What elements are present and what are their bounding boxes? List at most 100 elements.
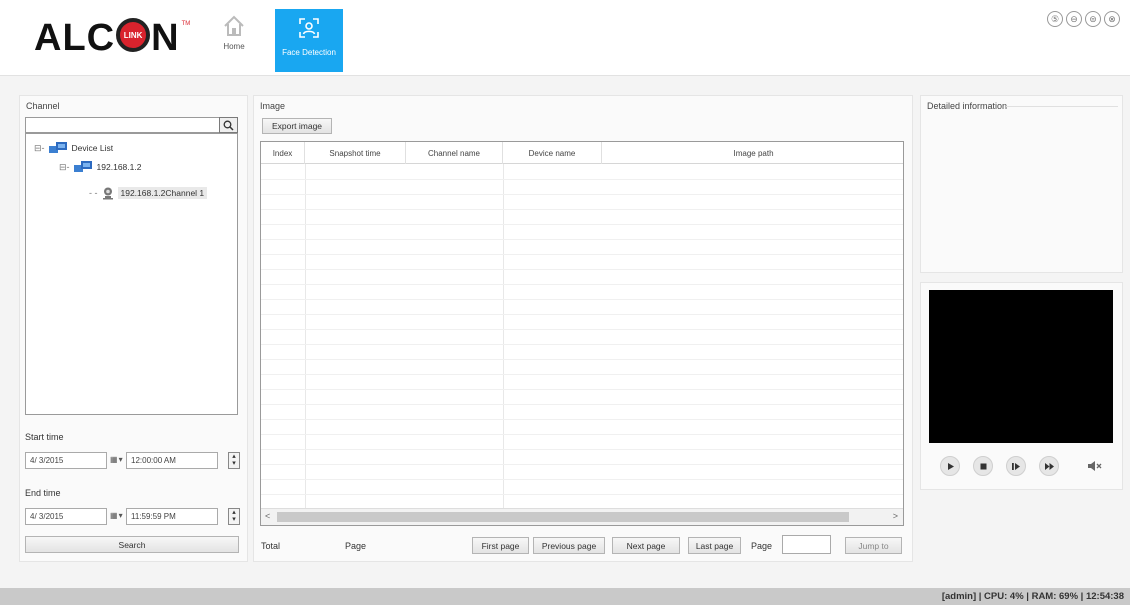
logo-tm: TM bbox=[181, 21, 191, 27]
status-text: [admin] | CPU: 4% | RAM: 69% | 12:54:38 bbox=[941, 591, 1124, 602]
horizontal-scrollbar[interactable]: < > bbox=[261, 508, 903, 525]
detail-panel bbox=[920, 95, 1123, 273]
tree-item-device[interactable]: ⊟- 192.168.1.2 bbox=[59, 160, 141, 174]
badge-icon[interactable]: ⑤ bbox=[1047, 11, 1063, 27]
tree-item-device-list[interactable]: ⊟- Device List bbox=[34, 141, 113, 155]
nav-face-detection[interactable]: Face Detection bbox=[275, 9, 343, 72]
jump-to-button[interactable]: Jump to bbox=[845, 537, 902, 554]
title-divider bbox=[1006, 106, 1118, 107]
table-row bbox=[261, 314, 903, 315]
collapse-icon[interactable]: ⊟- bbox=[34, 143, 45, 154]
table-row bbox=[261, 179, 903, 180]
tree-item-label: 192.168.1.2Channel 1 bbox=[117, 187, 208, 199]
table-row bbox=[261, 434, 903, 435]
logo-text-left: ALC bbox=[34, 16, 116, 59]
end-date-picker[interactable]: ▦ ▾ bbox=[110, 511, 123, 520]
channel-title: Channel bbox=[26, 101, 60, 111]
previous-page-button[interactable]: Previous page bbox=[533, 537, 605, 554]
dropdown-icon: ▾ bbox=[118, 455, 123, 464]
last-page-button[interactable]: Last page bbox=[688, 537, 741, 554]
collapse-icon[interactable]: ⊟- bbox=[59, 162, 70, 173]
start-date-picker[interactable]: ▦ ▾ bbox=[110, 455, 123, 464]
logo-text-right: N bbox=[151, 16, 180, 59]
close-icon[interactable]: ⊗ bbox=[1104, 11, 1120, 27]
table-row bbox=[261, 299, 903, 300]
search-icon bbox=[223, 120, 234, 131]
video-preview[interactable] bbox=[929, 290, 1113, 443]
scroll-left-icon[interactable]: < bbox=[265, 511, 270, 521]
page-number-input[interactable] bbox=[782, 535, 831, 554]
play-icon bbox=[947, 462, 954, 470]
window-controls: ⑤ ⊖ ⊜ ⊗ bbox=[1047, 11, 1120, 27]
image-table[interactable]: Index Snapshot time Channel name Device … bbox=[260, 141, 904, 526]
table-row bbox=[261, 449, 903, 450]
table-row bbox=[261, 239, 903, 240]
image-title: Image bbox=[260, 101, 286, 111]
column-header-device-name[interactable]: Device name bbox=[503, 142, 602, 164]
table-row bbox=[261, 329, 903, 330]
next-page-button[interactable]: Next page bbox=[612, 537, 680, 554]
table-row bbox=[261, 479, 903, 480]
step-icon bbox=[1012, 462, 1020, 470]
end-date-field[interactable]: 4/ 3/2015 bbox=[25, 508, 107, 525]
column-divider bbox=[305, 164, 306, 509]
table-row bbox=[261, 374, 903, 375]
table-row bbox=[261, 389, 903, 390]
app-logo: ALC LINK N TM bbox=[34, 16, 190, 60]
start-time-stepper[interactable]: ▴ ▾ bbox=[228, 452, 240, 469]
table-row bbox=[261, 224, 903, 225]
table-row bbox=[261, 404, 903, 405]
column-divider bbox=[503, 164, 504, 509]
logo-link-badge: LINK bbox=[116, 18, 151, 52]
table-row bbox=[261, 494, 903, 495]
end-time-field[interactable]: 11:59:59 PM bbox=[126, 508, 218, 525]
end-time-stepper[interactable]: ▴ ▾ bbox=[228, 508, 240, 525]
detail-title: Detailed information bbox=[927, 101, 1008, 111]
page-count-label: Page bbox=[345, 541, 367, 551]
first-page-button[interactable]: First page bbox=[472, 537, 529, 554]
device-icon bbox=[73, 161, 92, 172]
mute-button[interactable] bbox=[1087, 459, 1103, 476]
table-row bbox=[261, 254, 903, 255]
logo-inner-text: LINK bbox=[123, 31, 143, 40]
fast-forward-icon bbox=[1044, 462, 1054, 470]
fast-forward-button[interactable] bbox=[1039, 456, 1059, 476]
stop-icon bbox=[980, 463, 986, 469]
start-date-field[interactable]: 4/ 3/2015 bbox=[25, 452, 107, 469]
settings-icon[interactable]: ⊜ bbox=[1085, 11, 1101, 27]
home-icon bbox=[224, 15, 244, 36]
column-header-snapshot-time[interactable]: Snapshot time bbox=[305, 142, 406, 164]
table-row bbox=[261, 269, 903, 270]
table-row bbox=[261, 284, 903, 285]
minimize-icon[interactable]: ⊖ bbox=[1066, 11, 1082, 27]
end-time-label: End time bbox=[25, 488, 61, 498]
camera-icon bbox=[102, 187, 113, 200]
step-button[interactable] bbox=[1006, 456, 1026, 476]
scroll-right-icon[interactable]: > bbox=[893, 511, 898, 521]
stop-button[interactable] bbox=[973, 456, 993, 476]
scrollbar-thumb[interactable] bbox=[277, 512, 849, 522]
table-row bbox=[261, 209, 903, 210]
mute-icon bbox=[1088, 461, 1102, 471]
nav-face-label: Face Detection bbox=[282, 48, 336, 57]
nav-home[interactable]: Home bbox=[218, 14, 250, 70]
start-time-field[interactable]: 12:00:00 AM bbox=[126, 452, 218, 469]
search-button[interactable] bbox=[219, 117, 238, 133]
column-header-image-path[interactable]: Image path bbox=[602, 142, 903, 164]
column-header-channel-name[interactable]: Channel name bbox=[406, 142, 503, 164]
table-row bbox=[261, 344, 903, 345]
status-bar: [admin] | CPU: 4% | RAM: 69% | 12:54:38 bbox=[0, 588, 1130, 605]
channel-search-input[interactable] bbox=[25, 117, 238, 133]
play-button[interactable] bbox=[940, 456, 960, 476]
export-image-button[interactable]: Export image bbox=[262, 118, 332, 134]
tree-connector: - - bbox=[89, 188, 98, 198]
nav-home-label: Home bbox=[223, 42, 245, 51]
table-row bbox=[261, 464, 903, 465]
device-tree[interactable]: ⊟- Device List ⊟- 192.168.1.2 - - 192.16… bbox=[25, 133, 238, 415]
table-header: Index Snapshot time Channel name Device … bbox=[261, 142, 903, 164]
column-header-index[interactable]: Index bbox=[261, 142, 305, 164]
top-header: ALC LINK N TM Home Face Detection ⑤ ⊖ ⊜ … bbox=[0, 0, 1130, 76]
search-submit-button[interactable]: Search bbox=[25, 536, 239, 553]
dropdown-icon: ▾ bbox=[118, 511, 123, 520]
tree-item-channel[interactable]: - - 192.168.1.2Channel 1 bbox=[89, 186, 208, 200]
